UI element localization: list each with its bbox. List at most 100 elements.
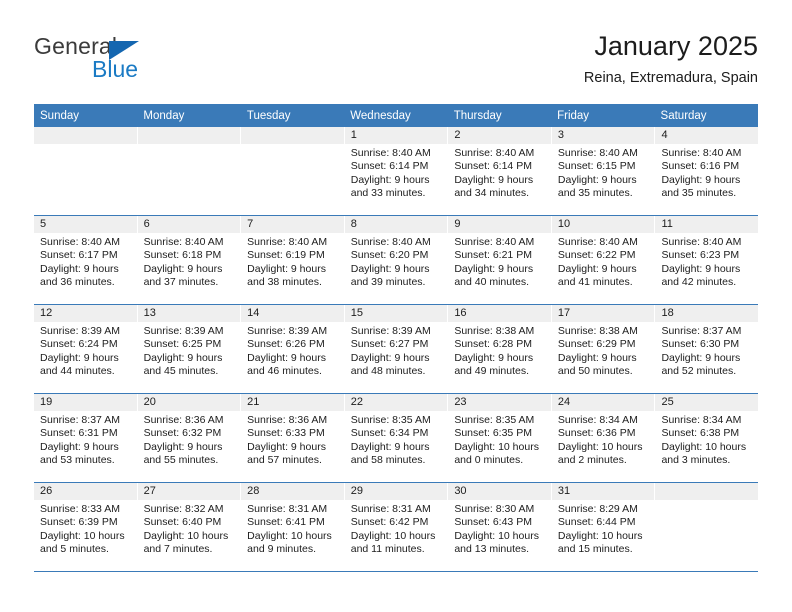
day-details: Sunrise: 8:40 AM Sunset: 6:21 PM Daylight:… xyxy=(448,233,551,290)
calendar-day-cell[interactable]: 26 Sunrise: 8:33 AM Sunset: 6:39 PM Dayligh… xyxy=(34,483,138,571)
weekday-header-row: Sunday Monday Tuesday Wednesday Thursday… xyxy=(34,104,758,127)
day-number xyxy=(34,127,137,144)
day-daylight1-text: Daylight: 9 hours xyxy=(40,262,119,275)
calendar-day-cell[interactable]: 19 Sunrise: 8:37 AM Sunset: 6:31 PM Dayligh… xyxy=(34,394,138,482)
calendar-day-cell[interactable]: 20 Sunrise: 8:36 AM Sunset: 6:32 PM Dayligh… xyxy=(137,394,242,482)
day-sunrise-text: Sunrise: 8:36 AM xyxy=(247,414,328,426)
day-daylight1-text: Daylight: 9 hours xyxy=(143,440,223,453)
weekday-header-wednesday: Wednesday xyxy=(350,110,411,122)
day-sunset-text: Sunset: 6:38 PM xyxy=(661,427,740,440)
calendar-day-cell[interactable]: 21 Sunrise: 8:36 AM Sunset: 6:33 PM Dayligh… xyxy=(241,394,345,482)
day-daylight1-text: Daylight: 10 hours xyxy=(557,440,643,453)
day-number: 16 xyxy=(448,305,551,322)
calendar-day-cell-empty xyxy=(655,483,759,571)
calendar-day-cell[interactable]: 29 Sunrise: 8:31 AM Sunset: 6:42 PM Dayligh… xyxy=(344,483,449,571)
calendar-day-cell[interactable]: 31 Sunrise: 8:29 AM Sunset: 6:44 PM Dayligh… xyxy=(551,483,656,571)
brand-logo[interactable]: General Blue xyxy=(34,33,224,85)
day-daylight2-text: and 9 minutes. xyxy=(247,543,317,556)
weekday-header-thursday: Thursday xyxy=(453,110,502,122)
day-number: 7 xyxy=(241,216,344,233)
calendar-day-cell[interactable]: 24 Sunrise: 8:34 AM Sunset: 6:36 PM Dayligh… xyxy=(551,394,656,482)
day-sunset-text: Sunset: 6:21 PM xyxy=(454,249,532,262)
calendar-day-cell[interactable]: 6 Sunrise: 8:40 AM Sunset: 6:18 PM Daylight… xyxy=(137,216,242,304)
calendar-day-cell[interactable]: 17 Sunrise: 8:38 AM Sunset: 6:29 PM Dayligh… xyxy=(551,305,656,393)
calendar-day-cell[interactable]: 5 Sunrise: 8:40 AM Sunset: 6:17 PM Daylight… xyxy=(34,216,138,304)
day-sunset-text: Sunset: 6:29 PM xyxy=(557,338,636,351)
day-number: 2 xyxy=(448,127,551,144)
day-details: Sunrise: 8:36 AM Sunset: 6:32 PM Daylight:… xyxy=(138,411,241,468)
day-daylight2-text: and 46 minutes. xyxy=(247,365,322,378)
calendar-day-cell[interactable]: 3 Sunrise: 8:40 AM Sunset: 6:15 PM Daylight… xyxy=(551,127,656,215)
day-daylight2-text: and 33 minutes. xyxy=(350,187,426,200)
day-sunrise-text: Sunrise: 8:40 AM xyxy=(454,147,535,159)
day-number: 3 xyxy=(551,127,655,144)
day-number: 4 xyxy=(655,127,759,144)
day-sunrise-text: Sunrise: 8:39 AM xyxy=(143,325,224,337)
calendar-day-cell[interactable]: 7 Sunrise: 8:40 AM Sunset: 6:19 PM Daylight… xyxy=(241,216,345,304)
calendar-week-row: 5 Sunrise: 8:40 AM Sunset: 6:17 PM Daylight… xyxy=(34,215,759,304)
calendar-weeks: 1 Sunrise: 8:40 AM Sunset: 6:14 PM Daylight… xyxy=(34,127,759,571)
calendar-day-cell[interactable]: 28 Sunrise: 8:31 AM Sunset: 6:41 PM Dayligh… xyxy=(241,483,345,571)
calendar-day-cell[interactable]: 22 Sunrise: 8:35 AM Sunset: 6:34 PM Dayligh… xyxy=(344,394,449,482)
day-sunset-text: Sunset: 6:36 PM xyxy=(557,427,636,440)
day-daylight1-text: Daylight: 9 hours xyxy=(661,262,741,275)
day-daylight2-text: and 15 minutes. xyxy=(557,543,633,556)
calendar-day-cell[interactable]: 10 Sunrise: 8:40 AM Sunset: 6:22 PM Dayligh… xyxy=(551,216,656,304)
day-daylight2-text: and 55 minutes. xyxy=(143,454,219,467)
day-details: Sunrise: 8:38 AM Sunset: 6:29 PM Daylight:… xyxy=(552,322,655,379)
calendar-day-cell[interactable]: 4 Sunrise: 8:40 AM Sunset: 6:16 PM Daylight… xyxy=(655,127,759,215)
calendar-day-cell[interactable]: 15 Sunrise: 8:39 AM Sunset: 6:27 PM Dayligh… xyxy=(344,305,449,393)
calendar-day-cell[interactable]: 16 Sunrise: 8:38 AM Sunset: 6:28 PM Dayligh… xyxy=(448,305,552,393)
calendar-day-cell[interactable]: 8 Sunrise: 8:40 AM Sunset: 6:20 PM Daylight… xyxy=(344,216,449,304)
day-daylight1-text: Daylight: 10 hours xyxy=(143,529,229,542)
day-sunset-text: Sunset: 6:25 PM xyxy=(143,338,222,351)
calendar-day-cell[interactable]: 1 Sunrise: 8:40 AM Sunset: 6:14 PM Daylight… xyxy=(344,127,449,215)
calendar-day-cell[interactable]: 18 Sunrise: 8:37 AM Sunset: 6:30 PM Dayligh… xyxy=(655,305,759,393)
calendar-day-cell[interactable]: 27 Sunrise: 8:32 AM Sunset: 6:40 PM Dayligh… xyxy=(137,483,242,571)
page-title: January 2025 xyxy=(594,31,758,61)
day-sunset-text: Sunset: 6:23 PM xyxy=(661,249,740,262)
day-daylight2-text: and 45 minutes. xyxy=(143,365,219,378)
day-daylight1-text: Daylight: 10 hours xyxy=(454,529,539,542)
calendar-day-cell[interactable]: 30 Sunrise: 8:30 AM Sunset: 6:43 PM Dayligh… xyxy=(448,483,552,571)
day-sunrise-text: Sunrise: 8:38 AM xyxy=(557,325,638,337)
day-daylight1-text: Daylight: 9 hours xyxy=(350,440,430,453)
calendar-day-cell[interactable]: 12 Sunrise: 8:39 AM Sunset: 6:24 PM Dayligh… xyxy=(34,305,138,393)
day-number: 10 xyxy=(551,216,655,233)
day-daylight1-text: Daylight: 9 hours xyxy=(247,351,326,364)
day-daylight1-text: Daylight: 10 hours xyxy=(557,529,643,542)
calendar-day-cell[interactable]: 23 Sunrise: 8:35 AM Sunset: 6:35 PM Dayligh… xyxy=(448,394,552,482)
day-number xyxy=(137,127,241,144)
day-sunrise-text: Sunrise: 8:40 AM xyxy=(350,236,431,248)
day-sunset-text: Sunset: 6:14 PM xyxy=(454,160,532,173)
day-daylight1-text: Daylight: 9 hours xyxy=(40,351,119,364)
day-daylight2-text: and 41 minutes. xyxy=(557,276,633,289)
calendar-day-cell[interactable]: 13 Sunrise: 8:39 AM Sunset: 6:25 PM Dayligh… xyxy=(137,305,242,393)
day-sunset-text: Sunset: 6:44 PM xyxy=(557,516,636,529)
day-daylight1-text: Daylight: 9 hours xyxy=(557,351,637,364)
calendar-day-cell[interactable]: 11 Sunrise: 8:40 AM Sunset: 6:23 PM Dayligh… xyxy=(655,216,759,304)
day-sunrise-text: Sunrise: 8:40 AM xyxy=(661,147,742,159)
day-daylight2-text: and 11 minutes. xyxy=(350,543,425,556)
day-sunset-text: Sunset: 6:40 PM xyxy=(143,516,222,529)
calendar-day-cell-empty xyxy=(34,127,138,215)
day-daylight1-text: Daylight: 10 hours xyxy=(40,529,125,542)
day-daylight2-text: and 48 minutes. xyxy=(350,365,426,378)
day-number: 12 xyxy=(34,305,137,322)
calendar-day-cell[interactable]: 25 Sunrise: 8:34 AM Sunset: 6:38 PM Dayligh… xyxy=(655,394,759,482)
page-subtitle: Reina, Extremadura, Spain xyxy=(583,70,758,86)
calendar-day-cell[interactable]: 2 Sunrise: 8:40 AM Sunset: 6:14 PM Daylight… xyxy=(448,127,552,215)
day-sunset-text: Sunset: 6:33 PM xyxy=(247,427,325,440)
calendar-day-cell[interactable]: 9 Sunrise: 8:40 AM Sunset: 6:21 PM Daylight… xyxy=(448,216,552,304)
calendar-day-cell[interactable]: 14 Sunrise: 8:39 AM Sunset: 6:26 PM Dayligh… xyxy=(241,305,345,393)
day-details: Sunrise: 8:40 AM Sunset: 6:14 PM Daylight:… xyxy=(448,144,551,201)
day-daylight1-text: Daylight: 10 hours xyxy=(247,529,332,542)
day-details: Sunrise: 8:40 AM Sunset: 6:18 PM Daylight:… xyxy=(138,233,241,290)
day-details: Sunrise: 8:39 AM Sunset: 6:24 PM Daylight:… xyxy=(34,322,137,379)
day-daylight2-text: and 42 minutes. xyxy=(661,276,737,289)
day-daylight2-text: and 49 minutes. xyxy=(454,365,530,378)
weekday-header-saturday: Saturday xyxy=(660,110,707,122)
day-sunrise-text: Sunrise: 8:40 AM xyxy=(350,147,431,159)
day-details: Sunrise: 8:30 AM Sunset: 6:43 PM Daylight:… xyxy=(448,500,551,557)
day-daylight1-text: Daylight: 9 hours xyxy=(661,351,741,364)
